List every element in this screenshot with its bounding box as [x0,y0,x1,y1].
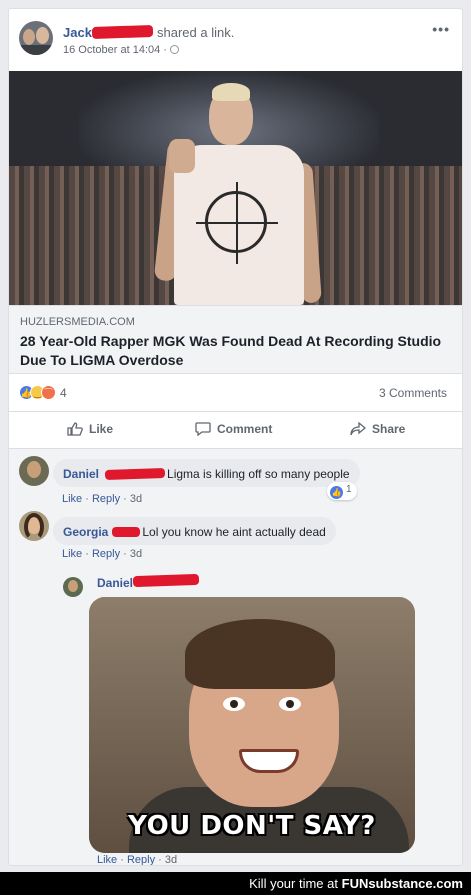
separator-dot: · [85,548,89,560]
share-action-text: shared a link. [157,25,235,40]
link-preview-box[interactable]: HUZLERSMEDIA.COM 28 Year-Old Rapper MGK … [9,305,462,374]
comment-meta: Like · Reply · 3d [62,493,142,505]
separator-dot: · [158,854,162,866]
share-arrow-icon [350,422,366,436]
gif-caption: YOU DON'T SAY? [128,811,376,841]
post-actions: Like Comment Share [9,412,462,449]
comment-count[interactable]: 3 Comments [379,386,447,400]
comments-section: Daniel Ligma is killing off so many peopl… [9,449,462,866]
reactions-bar: 👍 ‿ ⁀ 4 3 Comments [9,374,462,412]
like-label: Like [89,422,114,436]
link-domain: HUZLERSMEDIA.COM [20,316,135,328]
comment-reply-link[interactable]: Reply [92,493,120,505]
separator-dot: · [120,854,124,866]
author-name[interactable]: Jack [63,25,92,40]
comment-bubble: Daniel Ligma is killing off so many peopl… [53,459,360,487]
redaction-mark [91,24,154,40]
comment-icon [195,422,211,436]
separator-dot: · [85,493,89,505]
like-reaction-icon: 👍 [330,486,343,499]
comment-age[interactable]: 3d [130,548,142,560]
separator-dot: · [123,493,127,505]
footer-brand: FUNsubstance.com [341,876,463,891]
reply-author-name[interactable]: Daniel [97,576,133,590]
more-options-icon[interactable]: ••• [432,21,450,37]
reply-like-link[interactable]: Like [97,854,117,865]
post-card: Jack shared a link. 16 October at 14:04 … [8,8,463,866]
comment-bubble: Georgia Lol you know he aint actually dea… [53,517,336,545]
globe-icon [169,45,179,54]
reply-meta: Like · Reply · 3d [97,854,177,866]
separator-dot: · [123,548,127,560]
share-label: Share [372,422,406,436]
comment-label: Comment [217,422,273,436]
redaction-mark [112,527,141,537]
comment-like-link[interactable]: Like [62,548,82,560]
redaction-mark [132,573,200,588]
author-avatar[interactable] [19,21,53,55]
reaction-count[interactable]: 4 [60,386,67,400]
comment-like-link[interactable]: Like [62,493,82,505]
like-button[interactable]: Like [67,422,113,436]
comment-like-count: 1 [346,484,352,495]
commenter-avatar[interactable] [19,456,49,486]
reply-age[interactable]: 3d [165,854,177,865]
commenter-name[interactable]: Daniel [63,467,99,481]
reply-reply-link[interactable]: Reply [127,854,155,865]
footer-text: Kill your time at [249,876,338,891]
comment-button[interactable]: Comment [195,422,272,436]
watermark-footer: Kill your time at FUNsubstance.com [0,872,471,895]
share-button[interactable]: Share [350,422,405,436]
post-timestamp[interactable]: 16 October at 14:04 · [63,44,179,56]
angry-reaction-icon[interactable]: ⁀ [41,385,56,400]
redaction-mark [104,467,166,481]
timestamp-text[interactable]: 16 October at 14:04 · [63,44,167,56]
comment-like-badge[interactable]: 👍 1 [327,482,357,500]
commenter-avatar[interactable] [19,511,49,541]
reply-gif-image[interactable]: YOU DON'T SAY? [89,597,415,853]
comment-reply-link[interactable]: Reply [92,548,120,560]
comment-meta: Like · Reply · 3d [62,548,142,560]
post-header: Jack shared a link. 16 October at 14:04 … [9,9,462,71]
link-preview-image[interactable] [9,71,462,305]
reply-avatar[interactable] [63,577,83,597]
commenter-name[interactable]: Georgia [63,525,108,539]
comment-text: Ligma is killing off so many people [167,467,350,481]
thumbs-up-icon [67,422,83,436]
comment-text: Lol you know he aint actually dead [142,525,326,539]
link-title[interactable]: 28 Year-Old Rapper MGK Was Found Dead At… [20,332,450,370]
comment-age[interactable]: 3d [130,493,142,505]
